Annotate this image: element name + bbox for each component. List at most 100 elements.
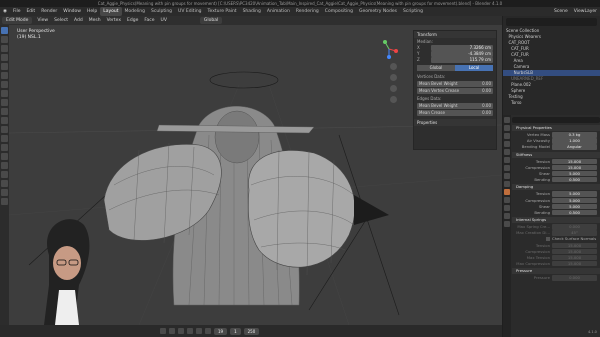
output-tab-icon[interactable]: [504, 133, 510, 139]
world-tab-icon[interactable]: [504, 157, 510, 163]
loop-cut-tool-icon[interactable]: [1, 126, 8, 133]
header-menu-face[interactable]: Face: [141, 16, 157, 25]
modifier-tab-icon[interactable]: [504, 173, 510, 179]
workspace-tab-rendering[interactable]: Rendering: [293, 7, 322, 16]
tool-tab-icon[interactable]: [504, 117, 510, 123]
internal-row[interactable]: Max Spring Cre... 0.000: [512, 224, 600, 230]
rip-tool-icon[interactable]: [1, 198, 8, 205]
zoom-icon[interactable]: [390, 63, 397, 70]
jump-start-icon[interactable]: [160, 328, 166, 334]
damp-row[interactable]: Shear 5.000: [512, 203, 600, 210]
menu-file[interactable]: File: [10, 7, 24, 16]
stiff-row[interactable]: Compression 15.000: [512, 164, 600, 171]
damping-header[interactable]: Damping: [512, 184, 600, 191]
header-menu-view[interactable]: View: [34, 16, 51, 25]
outliner-search-input[interactable]: [506, 18, 597, 26]
properties-search-input[interactable]: [512, 117, 600, 123]
vertex-mass-field[interactable]: Vertex Mass 0.3 kg: [512, 132, 600, 138]
shear-tool-icon[interactable]: [1, 189, 8, 196]
stiff-value[interactable]: 15.000: [552, 164, 597, 171]
pressure-field[interactable]: Pressure 0.000: [512, 275, 600, 281]
prev-keyframe-icon[interactable]: [169, 328, 175, 334]
properties-panel-header[interactable]: Properties: [414, 119, 496, 126]
pressure-header[interactable]: Pressure: [512, 268, 600, 275]
stiff-row[interactable]: Bending 0.500: [512, 176, 600, 183]
shrink-fatten-tool-icon[interactable]: [1, 180, 8, 187]
mean-bevel-weight-field[interactable]: Mean Bevel Weight 0.00: [417, 81, 493, 87]
spin-tool-icon[interactable]: [1, 153, 8, 160]
internal2-value[interactable]: 15.000: [552, 260, 597, 267]
pan-hand-icon[interactable]: [390, 74, 397, 81]
data-tab-icon[interactable]: [504, 205, 510, 211]
physics-tab-icon[interactable]: [504, 189, 510, 195]
particles-tab-icon[interactable]: [504, 181, 510, 187]
workspace-tab-shading[interactable]: Shading: [240, 7, 264, 16]
menu-window[interactable]: Window: [60, 7, 84, 16]
damp-row[interactable]: Tension 5.000: [512, 191, 600, 197]
damp-value[interactable]: 5.000: [552, 203, 597, 210]
transform-panel-header[interactable]: Transform: [414, 31, 496, 38]
physical-properties-header[interactable]: Physical Properties: [512, 125, 600, 131]
current-frame-field[interactable]: 19: [214, 327, 228, 335]
damp-value[interactable]: 5.000: [552, 191, 597, 197]
edge-slide-tool-icon[interactable]: [1, 171, 8, 178]
knife-tool-icon[interactable]: [1, 135, 8, 142]
extrude-tool-icon[interactable]: [1, 99, 8, 106]
stiffness-header[interactable]: Stiffness: [512, 151, 600, 158]
check-surface-normals-checkbox[interactable]: Check Surface Normals: [512, 236, 600, 242]
cursor-tool-icon[interactable]: [1, 36, 8, 43]
play-icon[interactable]: [187, 328, 193, 334]
mode-selector[interactable]: Edit Mode: [2, 17, 33, 24]
damp-value[interactable]: 5.000: [552, 197, 597, 204]
workspace-tab-compositing[interactable]: Compositing: [322, 7, 356, 16]
internal2-row[interactable]: Max Tension 15.000: [512, 254, 600, 261]
next-keyframe-icon[interactable]: [196, 328, 202, 334]
mean-crease-field[interactable]: Mean Crease 0.00: [417, 110, 493, 116]
internal-value[interactable]: 45°: [552, 230, 597, 236]
object-tab-icon[interactable]: [504, 165, 510, 171]
internal-row[interactable]: Max Creation Di... 45°: [512, 230, 600, 236]
header-menu-mesh[interactable]: Mesh: [86, 16, 104, 25]
internal2-value[interactable]: 15.000: [552, 248, 597, 255]
poly-build-tool-icon[interactable]: [1, 144, 8, 151]
inset-tool-icon[interactable]: [1, 108, 8, 115]
menu-edit[interactable]: Edit: [23, 7, 38, 16]
bevel-tool-icon[interactable]: [1, 117, 8, 124]
internal2-value[interactable]: 15.000: [552, 254, 597, 261]
workspace-tab-layout[interactable]: Layout: [100, 7, 122, 16]
transform-orientation-selector[interactable]: Global: [199, 17, 223, 24]
damp-row[interactable]: Bending 0.500: [512, 209, 600, 216]
mean-vertex-crease-field[interactable]: Mean Vertex Crease 0.00: [417, 88, 493, 94]
select-box-tool-icon[interactable]: [1, 27, 8, 34]
jump-end-icon[interactable]: [205, 328, 211, 334]
material-tab-icon[interactable]: [504, 213, 510, 219]
render-tab-icon[interactable]: [504, 125, 510, 131]
scene-selector[interactable]: Scene: [551, 7, 571, 16]
outliner-item[interactable]: Torso: [503, 100, 600, 106]
workspace-tab-geometry-nodes[interactable]: Geometry Nodes: [356, 7, 400, 16]
blender-logo-icon[interactable]: ◉: [0, 7, 10, 16]
air-viscosity-field[interactable]: Air Viscosity 1.000: [512, 138, 600, 144]
smooth-tool-icon[interactable]: [1, 162, 8, 169]
local-button[interactable]: Local: [455, 65, 493, 71]
annotate-tool-icon[interactable]: [1, 81, 8, 88]
scale-tool-icon[interactable]: [1, 63, 8, 70]
damp-value[interactable]: 0.500: [552, 209, 597, 216]
view-layer-selector[interactable]: ViewLayer: [571, 7, 600, 16]
internal2-row[interactable]: Compression 15.000: [512, 248, 600, 255]
stiff-row[interactable]: Tension 15.000: [512, 158, 600, 165]
workspace-tab-scripting[interactable]: Scripting: [400, 7, 426, 16]
move-tool-icon[interactable]: [1, 45, 8, 52]
header-menu-edge[interactable]: Edge: [124, 16, 141, 25]
end-frame-field[interactable]: 250: [243, 327, 260, 335]
header-menu-vertex[interactable]: Vertex: [104, 16, 124, 25]
3d-viewport[interactable]: User Perspective (19) NSL.1 Transform Me…: [9, 25, 502, 325]
texture-tab-icon[interactable]: [504, 221, 510, 227]
header-menu-select[interactable]: Select: [51, 16, 71, 25]
workspace-tab-texture-paint[interactable]: Texture Paint: [205, 7, 240, 16]
view-layer-tab-icon[interactable]: [504, 141, 510, 147]
workspace-tab-sculpting[interactable]: Sculpting: [148, 7, 175, 16]
menu-help[interactable]: Help: [84, 7, 100, 16]
edge-bevel-weight-field[interactable]: Mean Bevel Weight 0.00: [417, 103, 493, 109]
internal2-row[interactable]: Max Compression 15.000: [512, 260, 600, 267]
